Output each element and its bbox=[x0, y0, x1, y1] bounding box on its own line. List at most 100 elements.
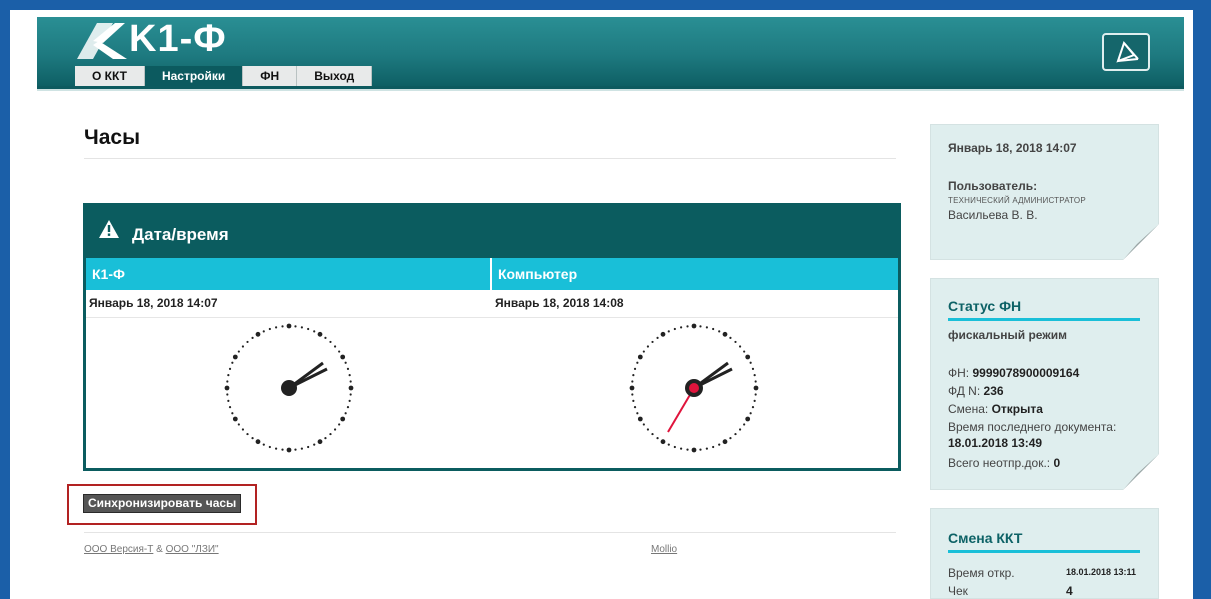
clock-tick bbox=[300, 447, 303, 450]
clock-tick bbox=[686, 448, 689, 451]
clock-tick bbox=[268, 445, 271, 449]
clock-tick bbox=[680, 326, 683, 329]
frame-border bbox=[1193, 0, 1211, 599]
clock-tick bbox=[754, 393, 757, 396]
clock-tick bbox=[241, 345, 245, 348]
clock-tick bbox=[754, 380, 757, 383]
clock-tick bbox=[631, 380, 634, 383]
footer-credits: ООО Версия-Т & ООО "ЛЗИ" bbox=[84, 544, 219, 555]
divider bbox=[84, 158, 896, 159]
tab-about-kkt[interactable]: О ККТ bbox=[75, 66, 145, 86]
clock-tick bbox=[255, 439, 261, 445]
clock-tick bbox=[753, 399, 756, 402]
clock-tick bbox=[660, 439, 666, 445]
footer-link-lzi[interactable]: ООО "ЛЗИ" bbox=[166, 544, 219, 555]
clock-tick bbox=[642, 423, 645, 426]
clock-tick bbox=[633, 367, 637, 370]
clock-tick bbox=[333, 428, 337, 431]
user-name: Васильева В. В. bbox=[948, 208, 1038, 222]
clock-tick bbox=[232, 416, 238, 422]
device-clock bbox=[224, 323, 354, 453]
clock-tick bbox=[749, 412, 752, 415]
clock-tick bbox=[629, 385, 635, 391]
clock-tick bbox=[286, 447, 292, 453]
clock-tick bbox=[340, 354, 346, 360]
footer-link-mollio[interactable]: Mollio bbox=[651, 544, 677, 555]
shift-status: Смена: Открыта bbox=[948, 402, 1043, 416]
clock-tick bbox=[651, 432, 654, 436]
device-datetime: Январь 18, 2018 14:07 bbox=[89, 296, 218, 310]
user-label: Пользователь: bbox=[948, 179, 1038, 193]
clock-tick bbox=[718, 330, 721, 333]
frame-border bbox=[0, 0, 10, 599]
clock-tick bbox=[324, 437, 327, 440]
paper-plane-icon bbox=[1116, 40, 1139, 63]
clock-tick bbox=[751, 406, 755, 409]
frame-border bbox=[0, 0, 1211, 10]
sync-clock-button[interactable]: Синхронизировать часы bbox=[83, 494, 242, 513]
tab-settings[interactable]: Настройки bbox=[144, 66, 244, 86]
tab-fn[interactable]: ФН bbox=[243, 66, 298, 86]
clock-tick bbox=[281, 448, 284, 451]
panel-title: Дата/время bbox=[132, 225, 229, 244]
brand-icon[interactable] bbox=[1102, 33, 1150, 71]
clock-tick bbox=[338, 350, 341, 353]
clock-tick bbox=[743, 423, 746, 426]
clock-tick bbox=[705, 447, 708, 450]
fn-mode: фискальный режим bbox=[948, 328, 1068, 342]
page-curl-icon bbox=[1123, 224, 1159, 260]
clock-tick bbox=[636, 361, 639, 364]
clock-tick bbox=[745, 354, 751, 360]
footer-link-versiya[interactable]: ООО Версия-Т bbox=[84, 544, 153, 555]
clock-tick bbox=[344, 361, 347, 364]
clock-tick bbox=[656, 437, 659, 440]
clock-tick bbox=[636, 412, 639, 415]
clock-tick bbox=[329, 432, 332, 436]
sidebar-datetime: Январь 18, 2018 14:07 bbox=[948, 141, 1077, 155]
clock-tick bbox=[749, 361, 752, 364]
clock-tick bbox=[705, 326, 708, 329]
unsent-docs: Всего неотпр.док.: 0 bbox=[948, 456, 1061, 470]
clock-tick bbox=[738, 345, 742, 348]
warning-icon bbox=[99, 220, 119, 238]
clock-tick bbox=[231, 361, 234, 364]
clock-tick bbox=[324, 336, 327, 339]
clock-tick bbox=[656, 336, 659, 339]
clock-tick bbox=[751, 367, 755, 370]
clock-tick bbox=[632, 374, 635, 377]
computer-datetime: Январь 18, 2018 14:08 bbox=[495, 296, 624, 310]
user-role: ТЕХНИЧЕСКИЙ АДМИНИСТРАТОР bbox=[948, 196, 1086, 205]
clock-tick bbox=[227, 399, 230, 402]
clock-tick bbox=[231, 412, 234, 415]
clock-tick bbox=[646, 428, 650, 431]
clock-tick bbox=[338, 423, 341, 426]
last-doc-label: Время последнего документа: bbox=[948, 420, 1117, 434]
clock-tick bbox=[262, 443, 265, 446]
clock-tick bbox=[722, 439, 728, 445]
clock-tick bbox=[251, 437, 254, 440]
clock-tick bbox=[349, 380, 352, 383]
clock-tick bbox=[753, 385, 759, 391]
clock-tick bbox=[228, 367, 232, 370]
tab-exit[interactable]: Выход bbox=[297, 66, 373, 86]
clock-tick bbox=[294, 448, 297, 451]
clock-tick bbox=[275, 326, 278, 329]
main-nav-tabs: О ККТ Настройки ФН Выход bbox=[75, 66, 373, 86]
clock-tick bbox=[729, 336, 732, 339]
clock-tick bbox=[348, 385, 354, 391]
clock-tick bbox=[346, 406, 350, 409]
clock-tick bbox=[317, 331, 323, 337]
clock-tick bbox=[344, 412, 347, 415]
clock-tick bbox=[307, 445, 310, 449]
clock-tick bbox=[722, 331, 728, 337]
clock-tick bbox=[237, 423, 240, 426]
logo-text: K1-Ф bbox=[129, 18, 227, 60]
open-time-label: Время откр. bbox=[948, 566, 1015, 580]
clock-tick bbox=[712, 327, 715, 331]
clock-tick bbox=[237, 350, 240, 353]
clock-tick bbox=[660, 331, 666, 337]
clock-tick bbox=[224, 385, 230, 391]
footer-separator: & bbox=[153, 544, 166, 555]
page-title: Часы bbox=[84, 126, 141, 149]
check-value: 4 bbox=[1066, 584, 1073, 598]
